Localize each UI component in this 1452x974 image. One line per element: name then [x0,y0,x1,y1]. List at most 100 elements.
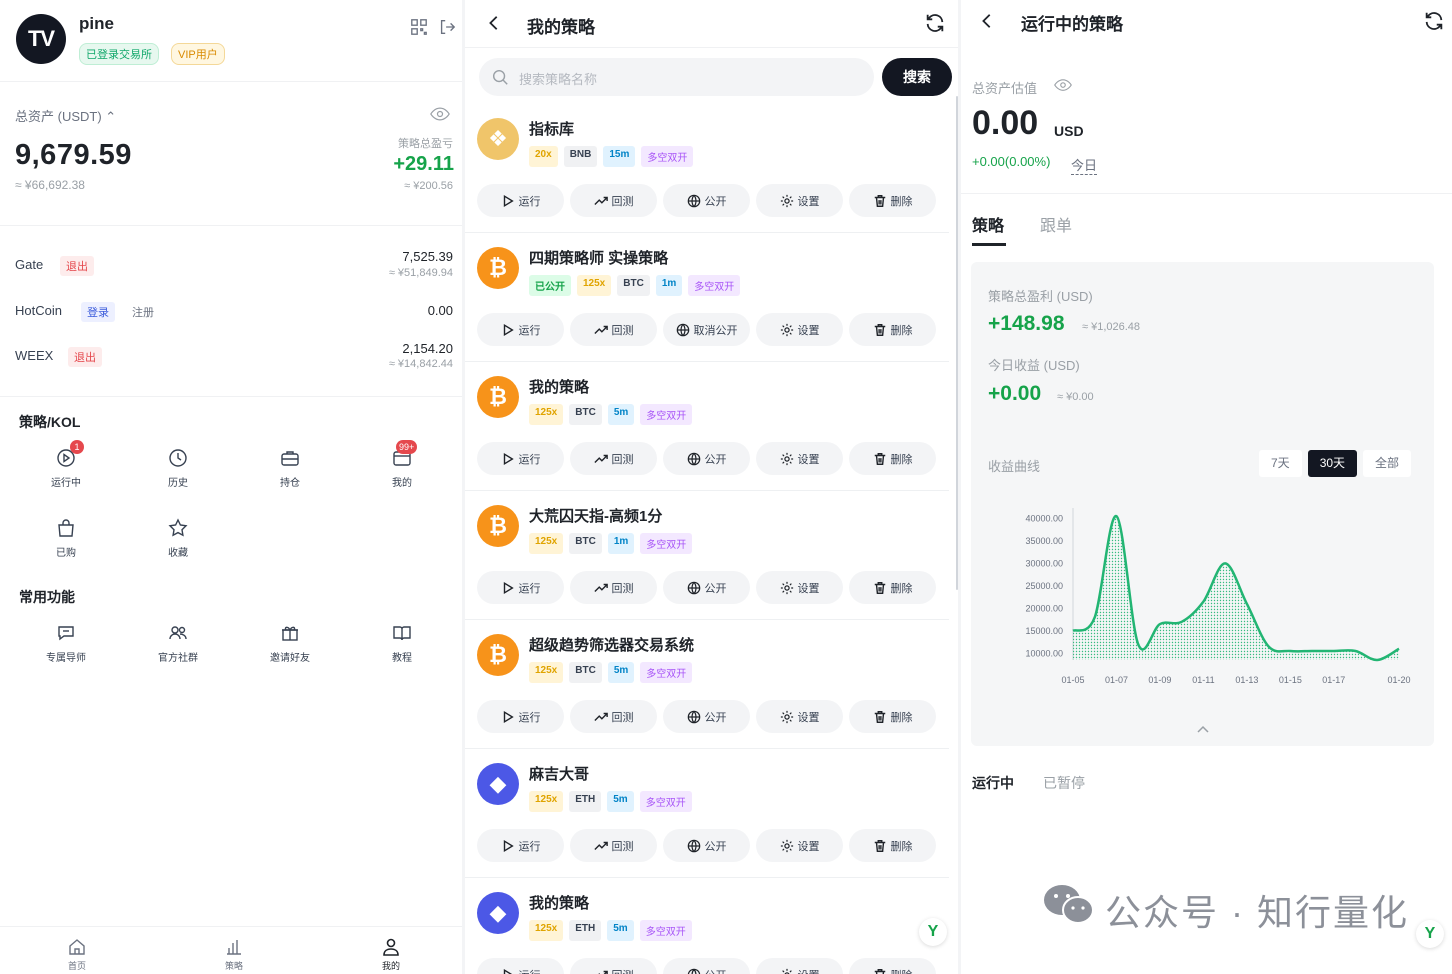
settings-button[interactable]: 设置 [756,184,843,217]
publish-button[interactable]: 公开 [663,571,750,604]
qr-code-icon[interactable] [410,18,428,36]
delete-button[interactable]: 删除 [849,184,936,217]
period-selector[interactable]: 今日 [1071,155,1098,175]
publish-button[interactable]: 公开 [663,700,750,733]
nav-label: 首页 [67,961,86,971]
publish-button[interactable]: 公开 [663,184,750,217]
run-button[interactable]: 运行 [477,313,564,346]
back-arrow-icon[interactable] [485,14,503,32]
menu-item-positions[interactable]: 持仓 [250,448,330,489]
nav-home[interactable]: 首页 [47,937,107,972]
run-button[interactable]: 运行 [477,571,564,604]
avatar[interactable]: TV [16,14,66,64]
trend-up-icon [593,325,608,334]
menu-item-tutorial[interactable]: 教程 [362,623,442,664]
run-button[interactable]: 运行 [477,958,564,974]
backtest-button[interactable]: 回测 [570,184,657,217]
strategy-card[interactable]: ₿ 我的策略 125x BTC 5m 多空双开 运行 回测 公开 设置 删除 [465,362,949,491]
collapse-chevron-icon[interactable] [1197,724,1209,734]
scrollbar[interactable] [956,96,958,590]
globe-icon [687,968,700,974]
range-7d[interactable]: 7天 [1259,450,1302,477]
menu-item-mine[interactable]: 99+ 我的 [362,440,442,489]
settings-button[interactable]: 设置 [756,700,843,733]
run-button[interactable]: 运行 [477,829,564,862]
delete-button[interactable]: 删除 [849,829,936,862]
strategy-tag: 5m [607,920,634,941]
menu-item-history[interactable]: 历史 [138,448,218,489]
x-tick-label: 01-05 [1061,675,1084,685]
delete-button[interactable]: 删除 [849,442,936,475]
eye-icon[interactable] [1054,78,1072,92]
delete-button[interactable]: 删除 [849,700,936,733]
strategy-card[interactable]: ₿ 大荒囚天指-高频1分 125x BTC 1m 多空双开 运行 回测 公开 设置 删除 [465,491,949,620]
chevron-up-icon[interactable]: ⌃ [105,109,116,124]
menu-item-favorites[interactable]: 收藏 [138,518,218,559]
floating-logo-icon[interactable]: Y [1416,920,1444,948]
menu-item-invite[interactable]: 邀请好友 [250,623,330,664]
hotcoin-login-button[interactable]: 登录 [81,302,115,322]
backtest-button[interactable]: 回测 [570,571,657,604]
backtest-button[interactable]: 回测 [570,958,657,974]
search-button[interactable]: 搜索 [882,58,952,96]
strategy-card[interactable]: ❖ 指标库 20x BNB 15m 多空双开 运行 回测 公开 设置 删除 [465,104,949,233]
delete-button[interactable]: 删除 [849,958,936,974]
profile-header: TV pine 已登录交易所 VIP用户 [0,0,462,82]
range-30d[interactable]: 30天 [1307,450,1358,477]
tab-strategy[interactable]: 策略 [972,212,1004,236]
backtest-button[interactable]: 回测 [570,313,657,346]
delete-button[interactable]: 删除 [849,313,936,346]
backtest-button[interactable]: 回测 [570,700,657,733]
menu-item-purchased[interactable]: 已购 [26,518,106,559]
nav-strategy[interactable]: 策略 [204,937,264,972]
settings-button[interactable]: 设置 [756,958,843,974]
vip-badge: VIP用户 [171,43,225,65]
settings-button[interactable]: 设置 [756,442,843,475]
logout-icon[interactable] [438,18,456,36]
search-input[interactable]: 搜索策略名称 [479,58,874,96]
strategy-tag: 125x [529,791,564,812]
publish-button[interactable]: 公开 [663,958,750,974]
menu-item-running[interactable]: 1 运行中 [26,440,106,489]
today-pnl-cny: ≈ ¥0.00 [1057,391,1094,403]
tab-copy-trade[interactable]: 跟单 [1040,212,1072,236]
settings-button[interactable]: 设置 [756,829,843,862]
run-button[interactable]: 运行 [477,184,564,217]
floating-logo-icon[interactable]: Y [919,918,947,946]
refresh-icon[interactable] [1423,10,1445,32]
run-button[interactable]: 运行 [477,700,564,733]
x-tick-label: 01-17 [1322,675,1345,685]
gate-logout-button[interactable]: 退出 [60,256,94,276]
subtab-running[interactable]: 运行中 [972,773,1014,793]
menu-item-label: 官方社群 [158,653,198,664]
x-tick-label: 01-07 [1105,675,1128,685]
publish-button[interactable]: 公开 [663,442,750,475]
today-pnl-label: 今日收益 (USD) [988,358,1080,373]
button-label: 公开 [704,840,727,853]
strategy-card[interactable]: ◆ 我的策略 125xETH5m多空双开运行 回测 公开 设置 删除 [465,878,949,974]
backtest-button[interactable]: 回测 [570,829,657,862]
delete-button[interactable]: 删除 [849,571,936,604]
button-label: 回测 [611,453,634,466]
publish-button[interactable]: 取消公开 [663,313,750,346]
settings-button[interactable]: 设置 [756,571,843,604]
run-button[interactable]: 运行 [477,442,564,475]
nav-label: 我的 [381,961,400,971]
menu-item-community[interactable]: 官方社群 [138,623,218,664]
hotcoin-register-button[interactable]: 注册 [126,302,160,322]
nav-mine[interactable]: 我的 [361,937,421,972]
settings-button[interactable]: 设置 [756,313,843,346]
eye-icon[interactable] [430,106,450,122]
menu-item-mentor[interactable]: 专属导师 [26,623,106,664]
backtest-button[interactable]: 回测 [570,442,657,475]
back-arrow-icon[interactable] [978,12,996,30]
range-all[interactable]: 全部 [1363,450,1412,477]
subtab-paused[interactable]: 已暂停 [1043,773,1085,793]
strategy-card[interactable]: ◆ 麻吉大哥 125x ETH 5m 多空双开 运行 回测 公开 设置 删除 [465,749,949,878]
strategy-card[interactable]: ₿ 四期策略师 实操策略 已公开 125x BTC 1m 多空双开 运行 回测 取消公开 设置 删除 [465,233,949,362]
eth-coin-icon: ◆ [477,763,519,805]
weex-logout-button[interactable]: 退出 [68,347,102,367]
publish-button[interactable]: 公开 [663,829,750,862]
strategy-card[interactable]: ₿ 超级趋势筛选器交易系统 125x BTC 5m 多空双开 运行 回测 公开 设置 删除 [465,620,949,749]
refresh-icon[interactable] [924,12,946,34]
